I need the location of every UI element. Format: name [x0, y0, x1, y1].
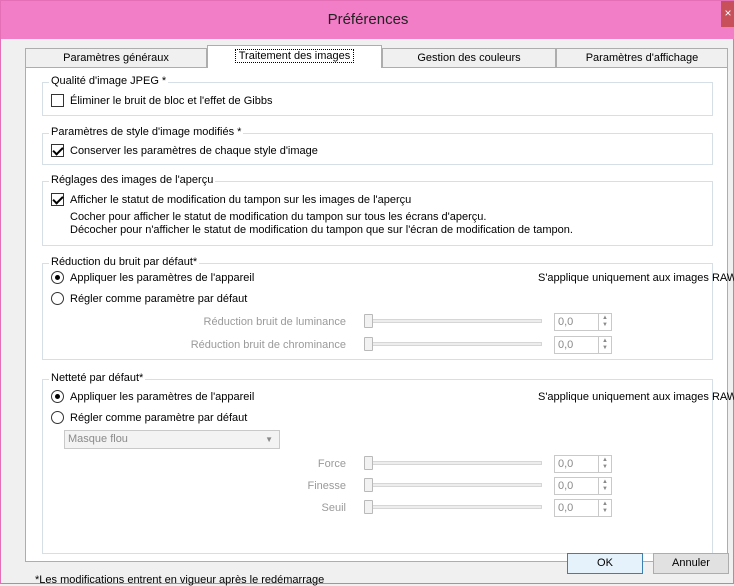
- keep-style-checkbox[interactable]: [51, 144, 64, 157]
- force-slider-thumb[interactable]: [364, 456, 373, 470]
- noise-device-row[interactable]: Appliquer les paramètres de l'appareil: [51, 271, 254, 284]
- window-title: Préférences: [327, 11, 409, 28]
- tab-general[interactable]: Paramètres généraux: [25, 48, 207, 68]
- sharpness-type-dropdown[interactable]: Masque flou ▼: [64, 430, 280, 449]
- sharpness-group: Netteté par défaut*: [42, 372, 713, 554]
- seuil-spinbox[interactable]: 0,0 ▲ ▼: [554, 499, 612, 517]
- spin-arrows-icon[interactable]: ▲ ▼: [598, 478, 611, 494]
- style-option-label: Conserver les paramètres de chaque style…: [70, 144, 318, 157]
- group-title: Netteté par défaut*: [49, 372, 146, 384]
- spin-value: 0,0: [558, 316, 574, 328]
- finesse-slider-track[interactable]: [366, 483, 542, 487]
- sharp-device-radio[interactable]: [51, 390, 64, 403]
- seuil-label: Seuil: [321, 502, 346, 514]
- ok-button[interactable]: OK: [567, 553, 643, 574]
- chrominance-spinbox[interactable]: 0,0 ▲ ▼: [554, 336, 612, 354]
- image-processing-panel: Qualité d'image JPEG * Éliminer le bruit…: [25, 67, 734, 562]
- sharp-default-row[interactable]: Régler comme paramètre par défaut: [51, 411, 247, 424]
- spin-arrows-icon[interactable]: ▲ ▼: [598, 500, 611, 516]
- group-title: Réduction du bruit par défaut*: [49, 256, 200, 268]
- force-label: Force: [317, 458, 346, 470]
- noise-device-label: Appliquer les paramètres de l'appareil: [70, 271, 255, 284]
- chrominance-slider-track[interactable]: [366, 342, 542, 346]
- noise-default-row[interactable]: Régler comme paramètre par défaut: [51, 292, 247, 305]
- preview-note-1: Cocher pour afficher le statut de modifi…: [70, 211, 487, 223]
- jpeg-option-label: Éliminer le bruit de bloc et l'effet de …: [70, 94, 273, 107]
- chevron-down-icon: ▼: [265, 435, 273, 444]
- spin-arrows-icon[interactable]: ▲ ▼: [598, 337, 611, 353]
- chrominance-label: Réduction bruit de chrominance: [190, 339, 346, 351]
- preview-note-2: Décocher pour n'afficher le statut de mo…: [70, 224, 573, 236]
- luminance-label: Réduction bruit de luminance: [203, 316, 346, 328]
- noise-raw-note: S'applique uniquement aux images RAW: [538, 272, 734, 284]
- group-title: Qualité d'image JPEG *: [49, 75, 169, 87]
- noise-default-radio[interactable]: [51, 292, 64, 305]
- stamp-status-checkbox[interactable]: [51, 193, 64, 206]
- tab-image-processing[interactable]: Traitement des images: [207, 45, 382, 68]
- spin-value: 0,0: [558, 502, 574, 514]
- jpeg-noise-checkbox[interactable]: [51, 94, 64, 107]
- preview-option-label: Afficher le statut de modification du ta…: [70, 193, 412, 206]
- luminance-slider-track[interactable]: [366, 319, 542, 323]
- chrominance-slider-thumb[interactable]: [364, 337, 373, 351]
- noise-device-radio[interactable]: [51, 271, 64, 284]
- sharp-device-label: Appliquer les paramètres de l'appareil: [70, 390, 255, 403]
- spin-value: 0,0: [558, 458, 574, 470]
- force-spinbox[interactable]: 0,0 ▲ ▼: [554, 455, 612, 473]
- noise-default-label: Régler comme paramètre par défaut: [70, 292, 248, 305]
- finesse-label: Finesse: [307, 480, 346, 492]
- tab-color-management[interactable]: Gestion des couleurs: [382, 48, 556, 68]
- group-title: Réglages des images de l'aperçu: [49, 174, 216, 186]
- preview-option-row[interactable]: Afficher le statut de modification du ta…: [51, 193, 411, 206]
- title-bar: Préférences ×: [1, 1, 734, 39]
- luminance-spinbox[interactable]: 0,0 ▲ ▼: [554, 313, 612, 331]
- luminance-slider-thumb[interactable]: [364, 314, 373, 328]
- tab-display-settings[interactable]: Paramètres d'affichage: [556, 48, 728, 68]
- cancel-button[interactable]: Annuler: [653, 553, 729, 574]
- spin-arrows-icon[interactable]: ▲ ▼: [598, 314, 611, 330]
- jpeg-option-row[interactable]: Éliminer le bruit de bloc et l'effet de …: [51, 94, 272, 107]
- finesse-slider-thumb[interactable]: [364, 478, 373, 492]
- seuil-slider-thumb[interactable]: [364, 500, 373, 514]
- tab-label: Traitement des images: [234, 49, 355, 63]
- style-option-row[interactable]: Conserver les paramètres de chaque style…: [51, 144, 318, 157]
- tab-label: Gestion des couleurs: [417, 52, 521, 64]
- force-slider-track[interactable]: [366, 461, 542, 465]
- group-title: Paramètres de style d'image modifiés *: [49, 126, 244, 138]
- tab-label: Paramètres généraux: [63, 52, 169, 64]
- seuil-slider-track[interactable]: [366, 505, 542, 509]
- dropdown-value: Masque flou: [68, 433, 128, 445]
- sharp-default-radio[interactable]: [51, 411, 64, 424]
- spin-value: 0,0: [558, 339, 574, 351]
- close-icon[interactable]: ×: [721, 1, 734, 27]
- spin-value: 0,0: [558, 480, 574, 492]
- sharp-raw-note: S'applique uniquement aux images RAW: [538, 391, 734, 403]
- sharp-default-label: Régler comme paramètre par défaut: [70, 411, 248, 424]
- finesse-spinbox[interactable]: 0,0 ▲ ▼: [554, 477, 612, 495]
- sharp-device-row[interactable]: Appliquer les paramètres de l'appareil: [51, 390, 254, 403]
- tab-label: Paramètres d'affichage: [585, 52, 699, 64]
- spin-arrows-icon[interactable]: ▲ ▼: [598, 456, 611, 472]
- restart-footnote: *Les modifications entrent en vigueur ap…: [35, 574, 325, 586]
- preferences-dialog: Préférences × Paramètres généraux Traite…: [0, 0, 734, 586]
